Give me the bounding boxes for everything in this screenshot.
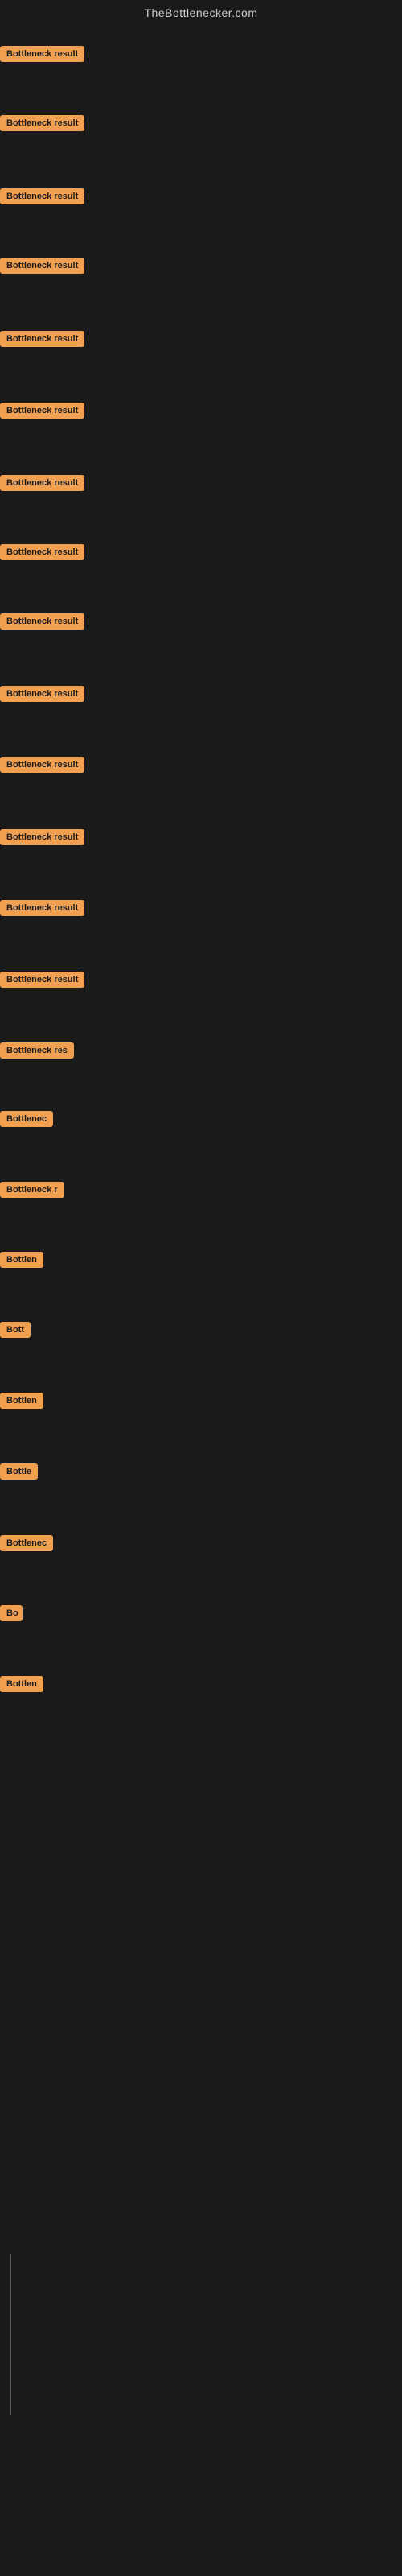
bottleneck-item-15: Bottleneck res	[0, 1041, 74, 1064]
bottleneck-item-8: Bottleneck result	[0, 543, 84, 566]
bottleneck-badge-17[interactable]: Bottleneck r	[0, 1182, 64, 1198]
bottleneck-item-2: Bottleneck result	[0, 114, 84, 137]
bottleneck-badge-22[interactable]: Bottlenec	[0, 1535, 53, 1551]
site-title: TheBottlenecker.com	[0, 0, 402, 23]
bottleneck-badge-3[interactable]: Bottleneck result	[0, 188, 84, 204]
bottleneck-badge-13[interactable]: Bottleneck result	[0, 900, 84, 916]
bottleneck-item-22: Bottlenec	[0, 1534, 53, 1557]
bottleneck-item-16: Bottlenec	[0, 1109, 53, 1133]
bottleneck-badge-18[interactable]: Bottlen	[0, 1252, 43, 1268]
bottleneck-item-17: Bottleneck r	[0, 1180, 64, 1203]
vertical-line	[10, 2254, 11, 2415]
bottleneck-badge-24[interactable]: Bottlen	[0, 1676, 43, 1692]
bottleneck-item-9: Bottleneck result	[0, 612, 84, 635]
bottleneck-badge-2[interactable]: Bottleneck result	[0, 115, 84, 131]
bottleneck-item-10: Bottleneck result	[0, 684, 84, 708]
bottleneck-item-21: Bottle	[0, 1462, 38, 1485]
bottleneck-badge-8[interactable]: Bottleneck result	[0, 544, 84, 560]
bottleneck-item-4: Bottleneck result	[0, 256, 84, 279]
bottleneck-item-20: Bottlen	[0, 1391, 43, 1414]
bottleneck-item-11: Bottleneck result	[0, 755, 84, 778]
bottleneck-badge-12[interactable]: Bottleneck result	[0, 829, 84, 845]
bottleneck-badge-7[interactable]: Bottleneck result	[0, 475, 84, 491]
bottleneck-badge-16[interactable]: Bottlenec	[0, 1111, 53, 1127]
bottleneck-item-19: Bott	[0, 1320, 31, 1344]
bottleneck-badge-20[interactable]: Bottlen	[0, 1393, 43, 1409]
bottleneck-badge-19[interactable]: Bott	[0, 1322, 31, 1338]
bottleneck-badge-14[interactable]: Bottleneck result	[0, 972, 84, 988]
bottleneck-item-3: Bottleneck result	[0, 187, 84, 210]
bottleneck-badge-4[interactable]: Bottleneck result	[0, 258, 84, 274]
bottleneck-item-7: Bottleneck result	[0, 473, 84, 497]
bottleneck-item-24: Bottlen	[0, 1674, 43, 1698]
bottleneck-badge-21[interactable]: Bottle	[0, 1463, 38, 1480]
page-wrapper: TheBottlenecker.com Bottleneck resultBot…	[0, 0, 402, 1955]
bottleneck-item-1: Bottleneck result	[0, 44, 84, 68]
bottleneck-badge-23[interactable]: Bo	[0, 1605, 23, 1621]
bottleneck-item-13: Bottleneck result	[0, 898, 84, 922]
bottleneck-badge-15[interactable]: Bottleneck res	[0, 1042, 74, 1059]
bottleneck-badge-5[interactable]: Bottleneck result	[0, 331, 84, 347]
bottleneck-badge-9[interactable]: Bottleneck result	[0, 613, 84, 630]
bottleneck-item-18: Bottlen	[0, 1250, 43, 1274]
bottleneck-item-6: Bottleneck result	[0, 401, 84, 424]
bottleneck-badge-1[interactable]: Bottleneck result	[0, 46, 84, 62]
bottleneck-item-5: Bottleneck result	[0, 329, 84, 353]
items-container: Bottleneck result Bottleneck result Bottle…	[0, 23, 402, 1955]
bottleneck-item-12: Bottleneck result	[0, 828, 84, 851]
bottleneck-badge-11[interactable]: Bottleneck result	[0, 757, 84, 773]
bottleneck-item-23: Bo	[0, 1604, 23, 1627]
bottleneck-badge-6[interactable]: Bottleneck result	[0, 402, 84, 419]
bottleneck-item-14: Bottleneck result	[0, 970, 84, 993]
bottleneck-badge-10[interactable]: Bottleneck result	[0, 686, 84, 702]
